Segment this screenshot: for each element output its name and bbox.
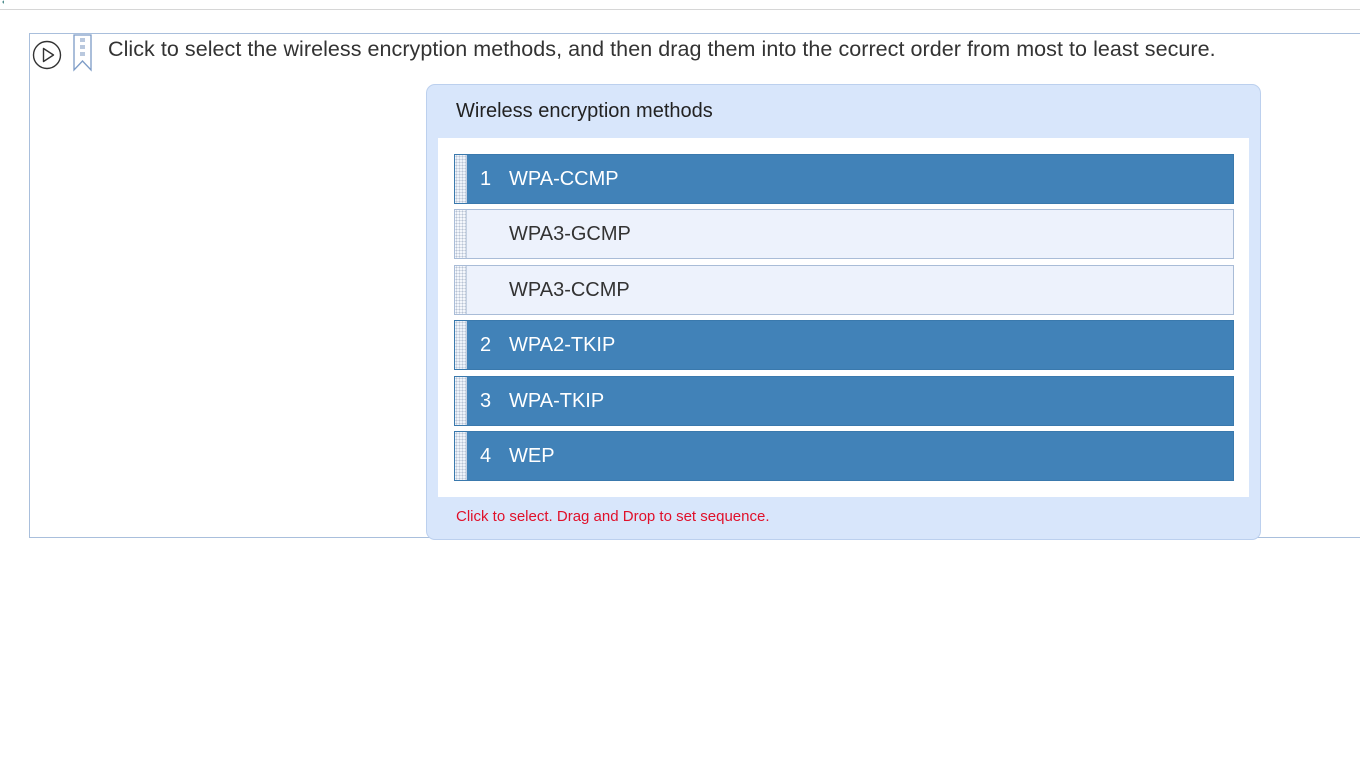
sortable-list: 1 WPA-CCMP WPA3-GCMP WPA3-CCMP 2 WPA2-TK…	[438, 138, 1249, 497]
drag-handle-icon[interactable]	[455, 321, 467, 369]
question-text: Click to select the wireless encryption …	[108, 37, 1216, 61]
list-item-wpa-tkip[interactable]: 3 WPA-TKIP	[454, 376, 1234, 426]
item-label: WPA-CCMP	[509, 167, 619, 190]
panel-title: Wireless encryption methods	[456, 100, 713, 122]
item-order-number: 2	[480, 333, 492, 356]
drag-handle-icon[interactable]	[455, 266, 467, 314]
item-order-number: 4	[480, 444, 492, 467]
instruction-hint: Click to select. Drag and Drop to set se…	[456, 508, 770, 525]
list-item-wpa2-tkip[interactable]: 2 WPA2-TKIP	[454, 320, 1234, 370]
item-label: WPA-TKIP	[509, 389, 605, 412]
play-circle-icon[interactable]	[32, 40, 62, 70]
item-order-number: 3	[480, 389, 492, 412]
drag-handle-icon[interactable]	[455, 377, 467, 425]
item-label: WEP	[509, 444, 555, 467]
bookmark-icon[interactable]	[72, 34, 94, 72]
drag-handle-icon[interactable]	[455, 155, 467, 203]
list-item-wpa3-gcmp[interactable]: WPA3-GCMP	[454, 209, 1234, 259]
list-item-wep[interactable]: 4 WEP	[454, 431, 1234, 481]
drag-handle-icon[interactable]	[455, 432, 467, 480]
corner-mark-icon: ◖	[1, 0, 6, 6]
item-label: WPA2-TKIP	[509, 333, 616, 356]
ordering-panel: Wireless encryption methods 1 WPA-CCMP W…	[426, 84, 1261, 540]
item-label: WPA3-GCMP	[509, 222, 631, 245]
list-item-wpa-ccmp[interactable]: 1 WPA-CCMP	[454, 154, 1234, 204]
item-order-number: 1	[480, 167, 492, 190]
top-divider	[0, 9, 1360, 10]
list-item-wpa3-ccmp[interactable]: WPA3-CCMP	[454, 265, 1234, 315]
drag-handle-icon[interactable]	[455, 210, 467, 258]
item-label: WPA3-CCMP	[509, 278, 630, 301]
